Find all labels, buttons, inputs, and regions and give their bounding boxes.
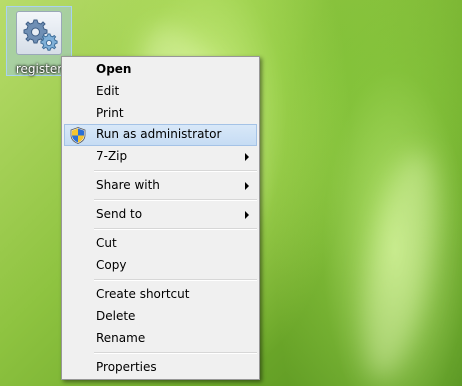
menu-separator xyxy=(94,170,257,172)
menu-item-label: Cut xyxy=(96,236,117,250)
gear-icon xyxy=(16,11,62,55)
menu-item-label: Create shortcut xyxy=(96,287,190,301)
submenu-arrow-icon xyxy=(245,211,249,219)
menu-item-label: Share with xyxy=(96,178,160,192)
menu-separator xyxy=(94,279,257,281)
menu-item-cut[interactable]: Cut xyxy=(64,233,257,255)
menu-item-label: 7-Zip xyxy=(96,149,128,163)
menu-item-7zip[interactable]: 7-Zip xyxy=(64,146,257,168)
menu-item-label: Run as administrator xyxy=(96,127,222,141)
menu-item-send-to[interactable]: Send to xyxy=(64,204,257,226)
menu-item-label: Rename xyxy=(96,331,146,345)
menu-item-label: Edit xyxy=(96,84,120,98)
menu-item-label: Open xyxy=(96,62,132,76)
menu-item-share-with[interactable]: Share with xyxy=(64,175,257,197)
submenu-arrow-icon xyxy=(245,182,249,190)
menu-item-run-as-administrator[interactable]: Run as administrator xyxy=(64,124,257,146)
menu-item-edit[interactable]: Edit xyxy=(64,81,257,103)
menu-item-copy[interactable]: Copy xyxy=(64,255,257,277)
menu-separator xyxy=(94,228,257,230)
context-menu: Open Edit Print Run as administrator 7-Z… xyxy=(61,56,260,380)
menu-item-label: Print xyxy=(96,106,124,120)
uac-shield-icon xyxy=(70,127,86,148)
wallpaper-streak xyxy=(350,146,450,384)
menu-item-print[interactable]: Print xyxy=(64,103,257,125)
menu-item-label: Send to xyxy=(96,207,143,221)
menu-item-rename[interactable]: Rename xyxy=(64,328,257,350)
menu-item-properties[interactable]: Properties xyxy=(64,357,257,379)
menu-item-label: Copy xyxy=(96,258,127,272)
menu-separator xyxy=(94,199,257,201)
menu-item-label: Properties xyxy=(96,360,157,374)
menu-item-open[interactable]: Open xyxy=(64,59,257,81)
menu-separator xyxy=(94,352,257,354)
menu-item-create-shortcut[interactable]: Create shortcut xyxy=(64,284,257,306)
menu-item-label: Delete xyxy=(96,309,136,323)
submenu-arrow-icon xyxy=(245,153,249,161)
menu-item-delete[interactable]: Delete xyxy=(64,306,257,328)
